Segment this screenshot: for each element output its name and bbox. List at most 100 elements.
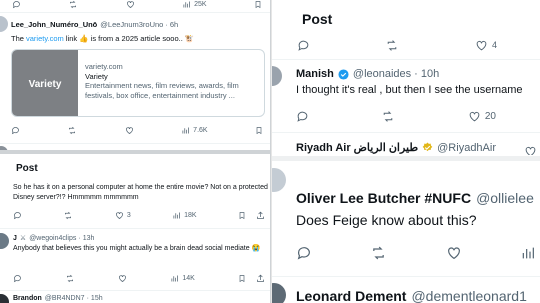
tweet-link[interactable]: variety.com	[26, 34, 64, 43]
left-bottom-panel: Post So he has it on a personal computer…	[0, 154, 270, 303]
retweet-icon	[388, 39, 397, 51]
reply-button[interactable]	[13, 274, 22, 283]
save-share-group	[238, 211, 265, 220]
reply-button[interactable]	[296, 110, 309, 123]
author-name-arabic: طيران الرياض	[353, 142, 419, 154]
like-button[interactable]	[118, 274, 127, 283]
post-text: So he has it on a personal computer at h…	[13, 184, 268, 201]
like-icon	[476, 40, 487, 50]
dot-separator: ·	[165, 20, 168, 29]
tweet-time[interactable]: 6h	[170, 20, 178, 29]
reply-icon	[12, 0, 20, 8]
retweet-button[interactable]	[370, 245, 387, 261]
retweet-button[interactable]	[385, 39, 399, 52]
like-button[interactable]: 4	[475, 39, 497, 52]
avatar[interactable]	[272, 283, 286, 303]
views-button[interactable]: 18K	[172, 211, 197, 220]
tweet-action-bar: 14K	[13, 272, 265, 284]
author-name[interactable]: Manish	[296, 68, 334, 80]
share-icon[interactable]	[256, 274, 265, 283]
retweet-button[interactable]	[63, 211, 73, 220]
like-icon	[115, 211, 123, 219]
reply-header: J ⚔ @wegoin4clips · 13h	[13, 234, 95, 243]
author-handle[interactable]: @LeeJnum3roUno	[100, 20, 163, 29]
avatar[interactable]	[272, 168, 286, 192]
author-name[interactable]: Lee_John_Numéro_Unō	[11, 20, 97, 29]
tweet-action-bar: 20	[296, 109, 496, 123]
tweet-time[interactable]: 13h	[83, 235, 95, 242]
divider	[0, 290, 270, 291]
reply-text: Does Feige know about this?	[296, 212, 477, 228]
author-handle[interactable]: @wegoin4clips	[29, 235, 76, 242]
card-logo-text: Variety	[28, 78, 62, 90]
like-icon	[119, 274, 127, 282]
card-meta: variety.com Variety Entertainment news, …	[85, 62, 261, 100]
views-count: 25K	[194, 0, 207, 8]
like-button[interactable]	[125, 126, 134, 135]
tweet-time[interactable]: 15h	[91, 295, 103, 302]
share-icon[interactable]	[256, 211, 265, 220]
dot-separator: ·	[414, 68, 418, 80]
like-button[interactable]: 3	[115, 211, 131, 220]
retweet-icon	[67, 274, 74, 282]
verified-badge-icon	[422, 142, 433, 152]
avatar[interactable]	[0, 16, 8, 32]
avatar[interactable]	[0, 294, 9, 303]
author-name[interactable]: Brandon	[13, 295, 42, 302]
like-count: 3	[126, 211, 131, 219]
tweet-text-start: The	[11, 34, 27, 43]
views-count: 18K	[184, 211, 197, 219]
views-button[interactable]: 7.6K	[181, 126, 208, 135]
retweet-button[interactable]	[65, 274, 75, 283]
reply-icon	[298, 40, 309, 51]
author-handle[interactable]: @leonaides	[353, 68, 411, 80]
divider	[272, 59, 540, 60]
like-button[interactable]	[524, 145, 537, 155]
author-handle[interactable]: @BR4NDN7	[45, 295, 85, 302]
retweet-button[interactable]	[68, 0, 78, 9]
author-handle[interactable]: @ollielee	[476, 190, 534, 206]
verified-badge-icon	[338, 68, 349, 80]
views-button[interactable]: 14K	[170, 274, 195, 283]
retweet-button[interactable]	[67, 126, 77, 135]
author-handle[interactable]: @dementleonard1	[411, 288, 526, 303]
reply-button[interactable]	[296, 245, 312, 261]
author-name[interactable]: Leonard Dement	[296, 288, 406, 303]
reply-icon	[13, 211, 21, 219]
bookmark-button[interactable]	[254, 0, 262, 9]
retweet-button[interactable]	[381, 110, 395, 123]
avatar[interactable]	[0, 233, 9, 249]
bookmark-icon	[255, 0, 261, 8]
like-icon	[447, 247, 460, 260]
author-handle[interactable]: @RiyadhAir	[437, 142, 496, 154]
author-name[interactable]: Oliver Lee Butcher #NUFC	[296, 190, 471, 206]
bookmark-icon[interactable]	[238, 211, 246, 220]
tweet-action-bar: 3 18K	[13, 209, 265, 221]
tweet-time[interactable]: 10h	[421, 68, 439, 80]
link-preview-card[interactable]: Variety variety.com Variety Entertainmen…	[11, 49, 265, 117]
reply-button[interactable]	[12, 0, 21, 9]
author-name[interactable]: J	[13, 235, 17, 242]
bookmark-icon[interactable]	[238, 274, 246, 283]
like-button[interactable]	[126, 0, 135, 9]
dot-separator: ·	[78, 234, 81, 242]
divider	[0, 12, 270, 13]
card-domain: variety.com	[85, 62, 123, 71]
views-button[interactable]	[520, 245, 536, 261]
divider	[272, 276, 540, 277]
bookmark-button[interactable]	[255, 126, 263, 135]
like-button[interactable]	[446, 245, 462, 261]
like-button[interactable]: 20	[468, 110, 496, 123]
views-button[interactable]: 25K	[182, 0, 207, 9]
views-icon	[182, 127, 190, 133]
reply-button[interactable]	[297, 39, 310, 52]
reply-button[interactable]	[11, 126, 20, 135]
reply-text: I thought it's real , but then I see the…	[296, 84, 523, 96]
reply-icon	[297, 111, 308, 122]
avatar[interactable]	[272, 66, 282, 86]
reply-header: Riyadh Air طيران الرياض @RiyadhAir	[296, 141, 496, 155]
reply-icon	[297, 247, 310, 260]
author-name[interactable]: Riyadh Air	[296, 142, 351, 154]
card-logo: Variety	[12, 50, 78, 116]
reply-button[interactable]	[13, 211, 22, 220]
